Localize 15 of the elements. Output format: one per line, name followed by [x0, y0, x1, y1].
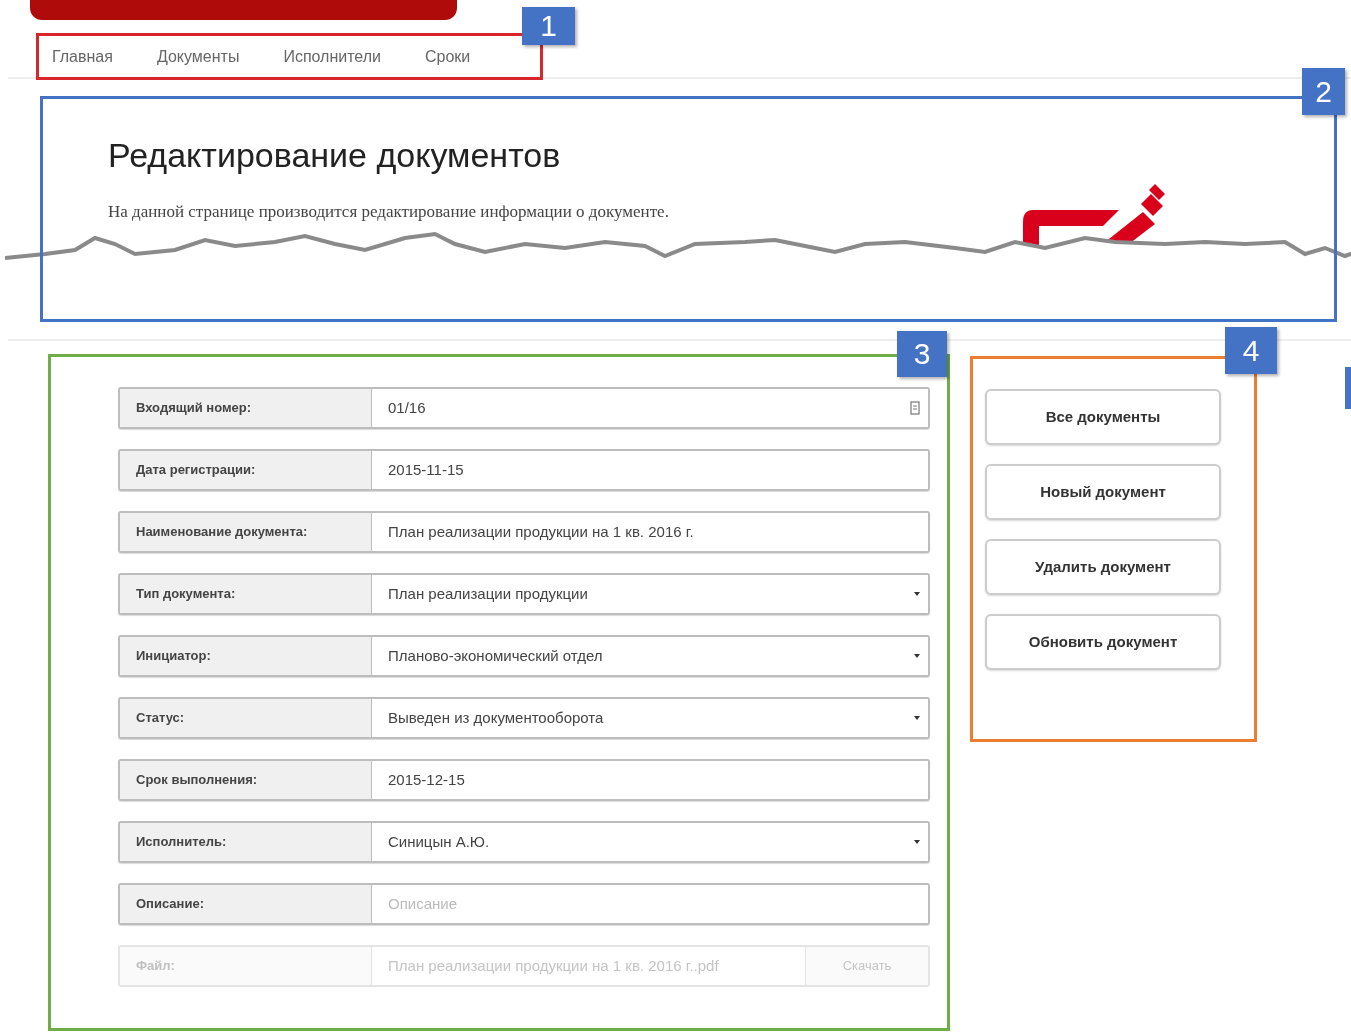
number-badge: 1	[522, 7, 575, 45]
action-button[interactable]: Удалить документ	[985, 539, 1221, 595]
page-title: Редактирование документов	[108, 135, 562, 176]
number-badge: 2	[1302, 68, 1345, 115]
nav-link[interactable]: Документы	[156, 44, 240, 69]
annotation-marker	[1345, 367, 1351, 409]
nav-link[interactable]: Исполнители	[283, 44, 381, 69]
nav-link[interactable]: Главная	[52, 44, 113, 69]
number-badge: 4	[1225, 327, 1277, 374]
page-description: На данной странице производится редактирование информации о документе.	[108, 200, 670, 223]
number-badge: 3	[897, 331, 947, 377]
action-button[interactable]: Обновить документ	[985, 614, 1221, 670]
action-button[interactable]: Все документы	[985, 389, 1221, 445]
action-button[interactable]: Новый документ	[985, 464, 1221, 520]
nav-link[interactable]: Сроки	[425, 44, 471, 69]
